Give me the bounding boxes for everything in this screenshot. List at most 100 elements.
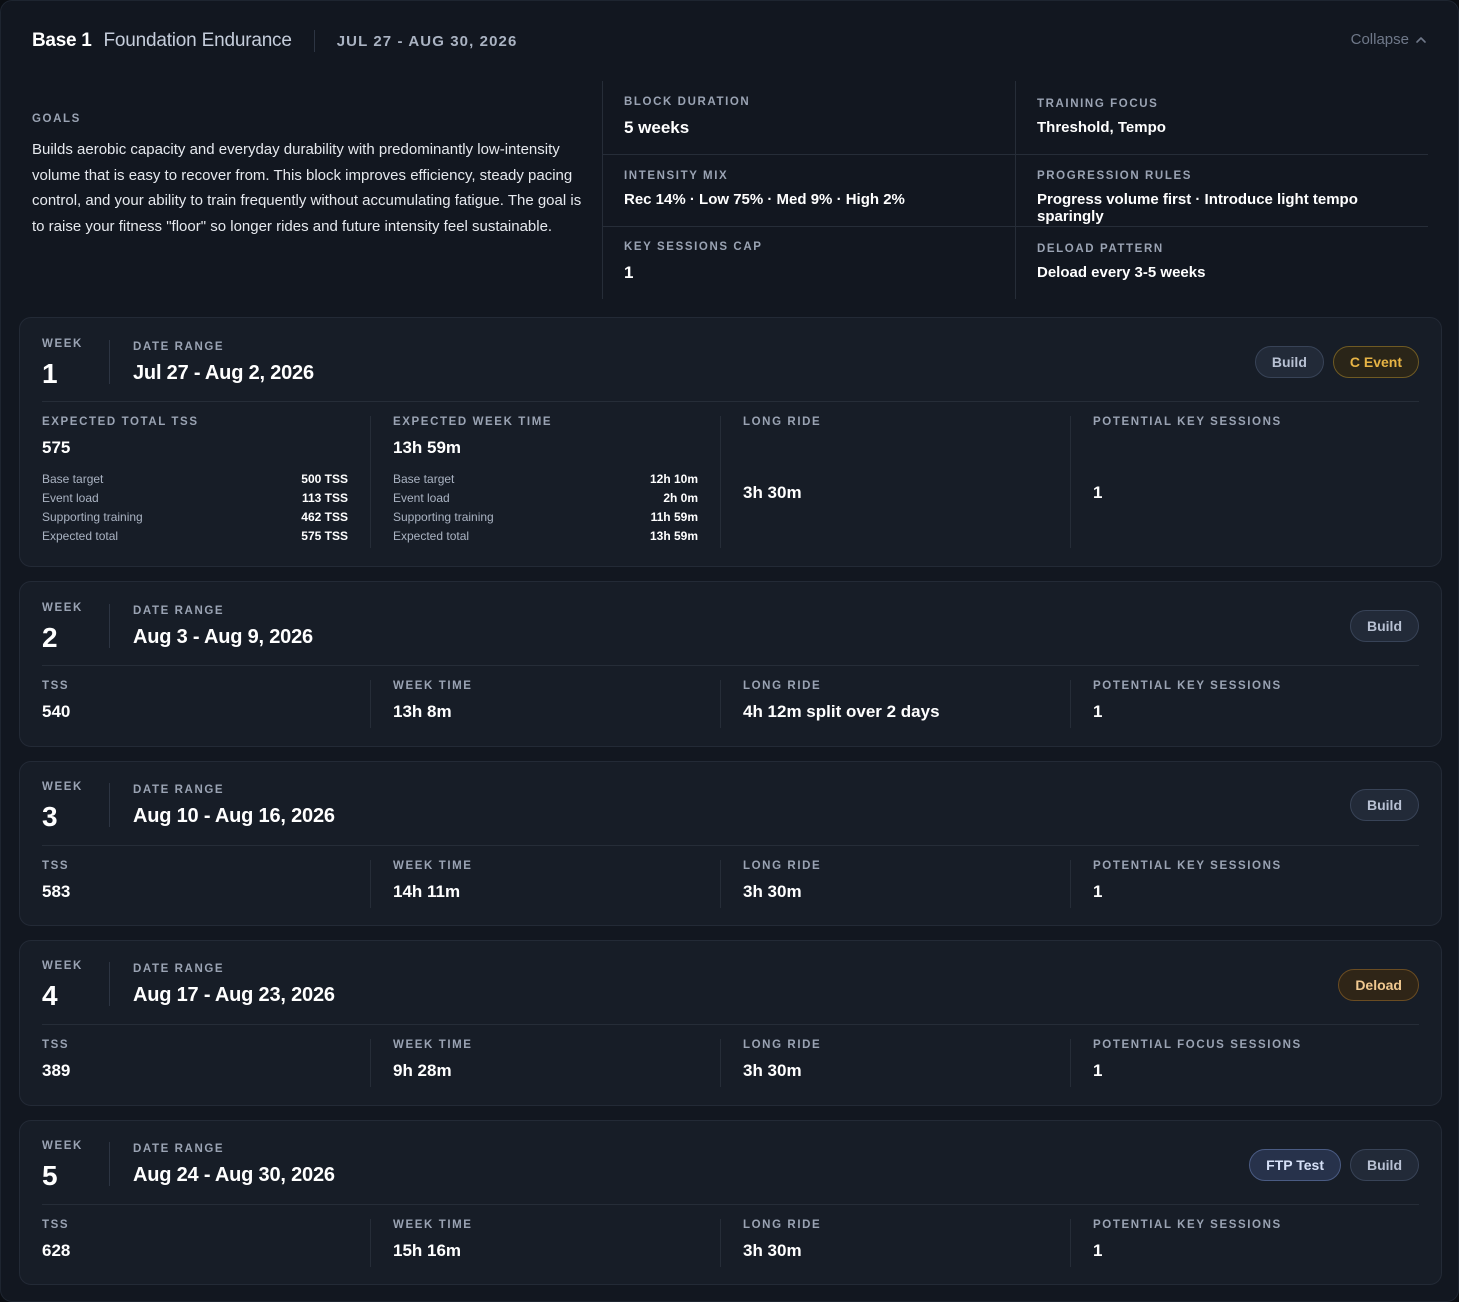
tss-breakdown-row: Base target 500 TSS <box>42 470 348 489</box>
long-ride-value: 3h 30m <box>743 882 802 901</box>
date-range-label: DATE RANGE <box>133 605 225 617</box>
key-sessions-cap: KEY SESSIONS CAP 1 <box>603 241 1015 283</box>
week-number: 5 <box>42 1160 58 1191</box>
potential-key-sessions-label: POTENTIAL KEY SESSIONS <box>1093 416 1282 428</box>
week-time-value: 14h 11m <box>393 882 461 901</box>
card-divider <box>42 1024 1419 1025</box>
week-card-2[interactable]: WEEK 2 DATE RANGE Aug 3 - Aug 9, 2026 Bu… <box>19 581 1442 747</box>
key-sessions-value: 1 <box>1093 702 1103 721</box>
date-range-label: DATE RANGE <box>133 1143 225 1155</box>
week-card-5[interactable]: WEEK 5 DATE RANGE Aug 24 - Aug 30, 2026 … <box>19 1120 1442 1285</box>
breakdown-key: Event load <box>42 491 99 505</box>
breakdown-key: Event load <box>393 491 450 505</box>
potential-focus-sessions-label: POTENTIAL FOCUS SESSIONS <box>1093 1039 1302 1051</box>
expected-week-time: EXPECTED WEEK TIME 13h 59m Base target 12… <box>370 416 720 548</box>
potential-key-sessions-label: POTENTIAL KEY SESSIONS <box>1093 860 1282 872</box>
tss-metric: TSS 583 <box>20 860 370 908</box>
key-sessions-cap-label: KEY SESSIONS CAP <box>624 241 763 253</box>
build-badge[interactable]: Build <box>1350 610 1419 642</box>
breakdown-key: Expected total <box>393 529 470 543</box>
week-time-label: WEEK TIME <box>393 860 473 872</box>
date-range-label: DATE RANGE <box>133 341 225 353</box>
week-time-metric: WEEK TIME 9h 28m <box>370 1039 720 1087</box>
long-ride-value: 3h 30m <box>743 1061 802 1080</box>
week-date-range: Aug 17 - Aug 23, 2026 <box>133 984 335 1006</box>
overview-divider <box>603 154 1015 155</box>
intensity-mix-value: Rec 14% · Low 75% · Med 9% · High 2% <box>624 191 905 208</box>
tss-label: TSS <box>42 1219 70 1231</box>
block-duration: BLOCK DURATION 5 weeks <box>603 96 1015 138</box>
week-number: 3 <box>42 801 58 832</box>
week-time-metric: WEEK TIME 14h 11m <box>370 860 720 908</box>
card-divider <box>42 845 1419 846</box>
overview-divider <box>603 226 1015 227</box>
c-event-badge[interactable]: C Event <box>1332 346 1419 378</box>
week-badges: FTP Test Build <box>1249 1149 1419 1181</box>
long-ride-label: LONG RIDE <box>743 1219 822 1231</box>
training-focus-value: Threshold, Tempo <box>1037 119 1166 136</box>
key-sessions-value: 1 <box>1093 483 1103 502</box>
block-duration-value: 5 weeks <box>624 118 690 137</box>
tss-breakdown-row: Event load 113 TSS <box>42 489 348 508</box>
block-duration-label: BLOCK DURATION <box>624 96 751 108</box>
long-ride-label: LONG RIDE <box>743 1039 822 1051</box>
tss-breakdown-row: Expected total 575 TSS <box>42 527 348 546</box>
date-range-label: DATE RANGE <box>133 784 225 796</box>
training-block-panel: Base 1 Foundation Endurance JUL 27 - AUG… <box>0 0 1459 1302</box>
week-badges: Build <box>1350 789 1419 821</box>
build-badge[interactable]: Build <box>1350 789 1419 821</box>
week-divider <box>109 1142 110 1186</box>
week-time-metric: WEEK TIME 15h 16m <box>370 1219 720 1267</box>
tss-value: 628 <box>42 1241 71 1260</box>
week-label: WEEK <box>42 781 83 793</box>
card-divider <box>42 401 1419 402</box>
week-card-1[interactable]: WEEK 1 DATE RANGE Jul 27 - Aug 2, 2026 B… <box>19 317 1442 567</box>
header-divider <box>313 30 315 52</box>
breakdown-key: Expected total <box>42 529 119 543</box>
overview-column-left: BLOCK DURATION 5 weeks INTENSITY MIX Rec… <box>602 81 1015 299</box>
build-badge[interactable]: Build <box>1254 346 1324 378</box>
overview-column-right: TRAINING FOCUS Threshold, Tempo PROGRESS… <box>1015 81 1428 299</box>
potential-key-sessions: POTENTIAL KEY SESSIONS 1 <box>1070 860 1420 908</box>
date-range-label: DATE RANGE <box>133 963 225 975</box>
week-number: 4 <box>42 980 58 1011</box>
tss-value: 575 <box>42 438 71 457</box>
deload-pattern: DELOAD PATTERN Deload every 3-5 weeks <box>1016 243 1428 281</box>
collapse-button[interactable]: Collapse <box>1351 31 1427 48</box>
breakdown-value: 575 TSS <box>301 529 348 543</box>
time-breakdown-row: Event load 2h 0m <box>393 489 698 508</box>
long-ride-value: 4h 12m split over 2 days <box>743 702 940 721</box>
potential-key-sessions: POTENTIAL KEY SESSIONS 1 <box>1070 416 1420 548</box>
ftp-test-badge[interactable]: FTP Test <box>1249 1149 1341 1181</box>
goals-section: GOALS Builds aerobic capacity and everyd… <box>32 113 592 239</box>
intensity-mix: INTENSITY MIX Rec 14% · Low 75% · Med 9%… <box>603 170 1015 208</box>
tss-value: 389 <box>42 1061 71 1080</box>
long-ride-label: LONG RIDE <box>743 416 822 428</box>
time-breakdown-row: Base target 12h 10m <box>393 470 698 489</box>
collapse-label: Collapse <box>1350 31 1409 48</box>
breakdown-value: 13h 59m <box>649 529 698 543</box>
breakdown-key: Supporting training <box>42 510 143 524</box>
long-ride-label: LONG RIDE <box>743 680 822 692</box>
expected-total-tss: EXPECTED TOTAL TSS 575 Base target 500 TS… <box>20 416 370 548</box>
block-overview-grid: BLOCK DURATION 5 weeks INTENSITY MIX Rec… <box>602 81 1429 299</box>
key-sessions-cap-value: 1 <box>624 263 634 282</box>
week-date-range: Aug 3 - Aug 9, 2026 <box>133 626 313 648</box>
progression-rules: PROGRESSION RULES Progress volume first … <box>1016 170 1428 225</box>
week-card-3[interactable]: WEEK 3 DATE RANGE Aug 10 - Aug 16, 2026 … <box>19 761 1442 926</box>
deload-badge[interactable]: Deload <box>1338 969 1419 1001</box>
week-card-4[interactable]: WEEK 4 DATE RANGE Aug 17 - Aug 23, 2026 … <box>19 940 1442 1106</box>
focus-sessions-value: 1 <box>1093 1061 1103 1080</box>
week-label: WEEK <box>42 602 83 614</box>
training-focus: TRAINING FOCUS Threshold, Tempo <box>1016 98 1428 136</box>
week-time-value: 13h 59m <box>393 438 462 457</box>
build-badge[interactable]: Build <box>1350 1149 1419 1181</box>
week-badges: Deload <box>1338 969 1419 1001</box>
tss-metric: TSS 628 <box>20 1219 370 1267</box>
breakdown-value: 113 TSS <box>301 491 348 505</box>
time-breakdown-row: Supporting training 11h 59m <box>393 508 698 527</box>
expected-total-tss-label: EXPECTED TOTAL TSS <box>42 416 199 428</box>
breakdown-value: 2h 0m <box>663 491 698 505</box>
breakdown-key: Supporting training <box>393 510 494 524</box>
key-sessions-value: 1 <box>1093 1241 1103 1260</box>
